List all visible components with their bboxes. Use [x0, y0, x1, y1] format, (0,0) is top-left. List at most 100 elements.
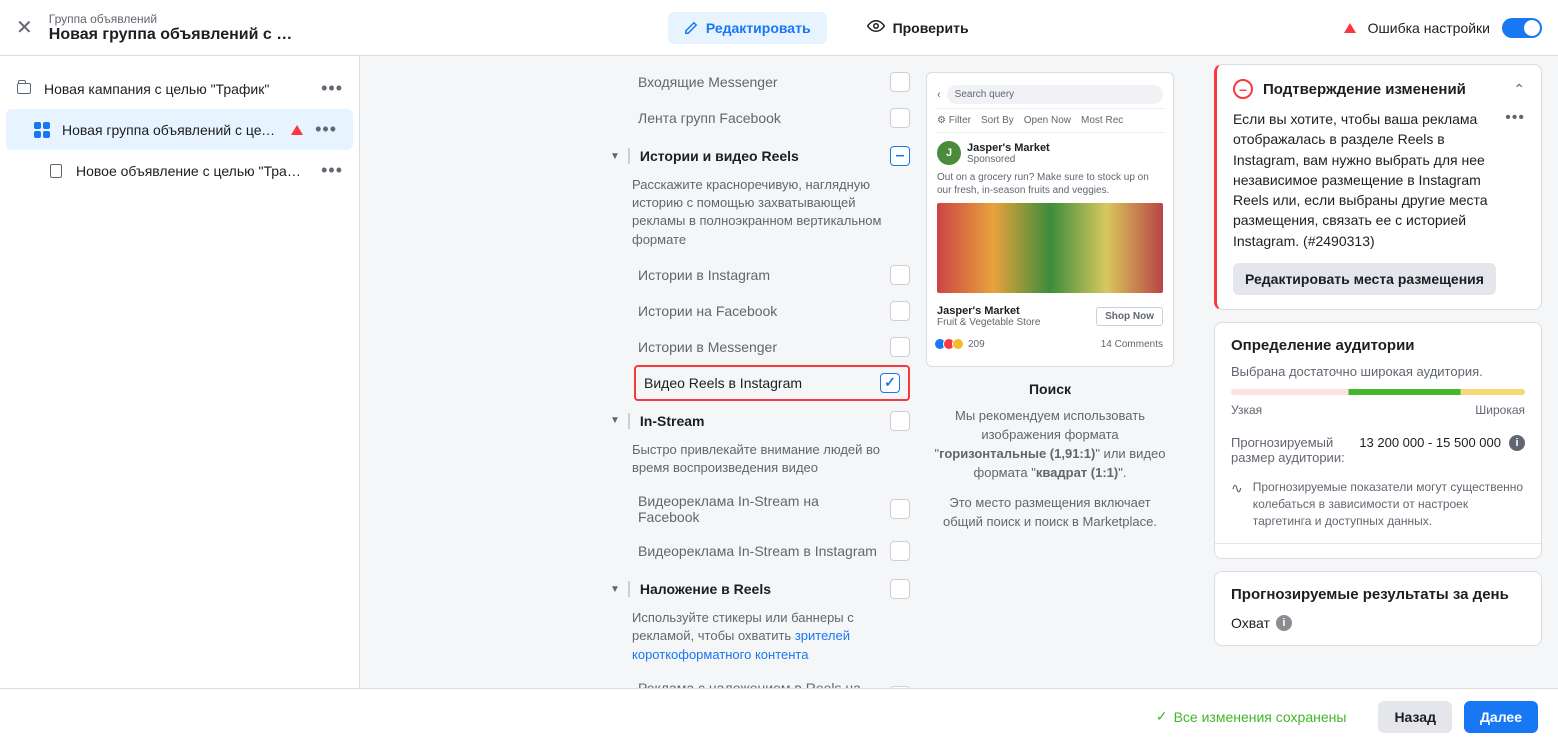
- reach-label: Охват: [1231, 615, 1270, 631]
- next-button[interactable]: Далее: [1464, 701, 1538, 733]
- more-icon[interactable]: •••: [315, 119, 337, 140]
- eye-icon: [867, 17, 885, 38]
- sidebar-adset-label: Новая группа объявлений с цель…: [62, 122, 279, 138]
- phone-preview: ‹ Search query ⚙ Filter Sort By Open Now…: [926, 72, 1174, 367]
- sidebar-item-campaign[interactable]: Новая кампания с целью "Трафик" •••: [0, 68, 359, 109]
- mostrec-chip: Most Rec: [1081, 115, 1123, 126]
- placement-fb-instream[interactable]: Видеореклама In-Stream на Facebook: [610, 485, 910, 533]
- back-chevron-icon: ‹: [937, 89, 941, 101]
- pencil-icon: [684, 21, 698, 35]
- section-stories-desc: Расскажите красноречивую, наглядную исто…: [610, 176, 910, 257]
- preview-search-pill: Search query: [947, 85, 1163, 104]
- placement-fb-stories[interactable]: Истории на Facebook: [610, 293, 910, 329]
- section-reels-overlay[interactable]: ▼ Наложение в Reels: [610, 569, 910, 609]
- edit-button[interactable]: Редактировать: [668, 12, 827, 44]
- audience-size-value: 13 200 000 - 15 500 000: [1359, 435, 1501, 450]
- placements-column: Входящие Messenger Лента групп Facebook …: [360, 56, 1198, 688]
- audience-disclaimer: Прогнозируемые показатели могут существе…: [1253, 479, 1525, 529]
- chevron-down-icon: ▼: [610, 584, 620, 595]
- checkbox[interactable]: [890, 499, 910, 519]
- preview-brand: Jasper's Market: [967, 142, 1050, 154]
- checkbox-indeterminate[interactable]: –: [890, 146, 910, 166]
- sidebar-item-ad[interactable]: Новое объявление с целью "Тра… •••: [0, 150, 359, 191]
- confirm-body: Если вы хотите, чтобы ваша реклама отобр…: [1233, 109, 1497, 251]
- chevron-down-icon: ▼: [610, 415, 620, 426]
- preview-store-cat: Fruit & Vegetable Store: [937, 317, 1040, 328]
- warning-icon: [291, 125, 303, 135]
- top-bar: ✕ Группа объявлений Новая группа объявле…: [0, 0, 1558, 56]
- section-instream-desc: Быстро привлекайте внимание людей во вре…: [610, 441, 910, 485]
- more-icon[interactable]: •••: [321, 78, 343, 99]
- audience-definition-card: Определение аудитории Выбрана достаточно…: [1214, 322, 1542, 559]
- status-toggle[interactable]: [1502, 18, 1542, 38]
- placement-fb-group-feed[interactable]: Лента групп Facebook: [610, 100, 910, 136]
- error-label: Ошибка настройки: [1368, 20, 1490, 36]
- placement-msgr-stories[interactable]: Истории в Messenger: [610, 329, 910, 365]
- folder-icon: [16, 81, 32, 97]
- sidebar-ad-label: Новое объявление с целью "Тра…: [76, 163, 309, 179]
- back-button[interactable]: Назад: [1378, 701, 1452, 733]
- sidebar-item-adset[interactable]: Новая группа объявлений с цель… •••: [6, 109, 353, 150]
- top-right-status: Ошибка настройки: [1344, 18, 1542, 38]
- shop-now-button: Shop Now: [1096, 307, 1163, 326]
- adset-icon: [34, 122, 50, 138]
- preview-image: [937, 203, 1163, 293]
- check-button-label: Проверить: [893, 20, 969, 36]
- placement-ig-instream[interactable]: Видеореклама In-Stream в Instagram: [610, 533, 910, 569]
- checkbox-checked[interactable]: ✓: [880, 373, 900, 393]
- close-icon[interactable]: ✕: [16, 15, 33, 40]
- section-in-stream[interactable]: ▼ In-Stream: [610, 401, 910, 441]
- chevron-up-icon[interactable]: ⌃: [1513, 81, 1525, 98]
- bottom-bar: ✓ Все изменения сохранены Назад Далее: [0, 688, 1558, 744]
- checkbox[interactable]: [890, 108, 910, 128]
- document-icon: [48, 163, 64, 179]
- placement-fb-reels-overlay[interactable]: Реклама с наложением в Reels на Facebook: [610, 672, 910, 688]
- daily-results-card: Прогнозируемые результаты за день Охват …: [1214, 571, 1542, 646]
- placement-ig-stories[interactable]: Истории в Instagram: [610, 257, 910, 293]
- reactions-icon: [937, 338, 964, 350]
- info-icon[interactable]: i: [1509, 435, 1525, 451]
- checkbox[interactable]: [890, 301, 910, 321]
- preview-desc-2: Это место размещения включает общий поис…: [926, 494, 1174, 532]
- checkbox[interactable]: [890, 72, 910, 92]
- trend-icon: ∿: [1231, 479, 1243, 529]
- right-panel: – Подтверждение изменений ⌃ Если вы хоти…: [1198, 56, 1558, 688]
- chevron-down-icon: ▼: [610, 151, 620, 162]
- opennow-chip: Open Now: [1024, 115, 1071, 126]
- saved-indicator: ✓ Все изменения сохранены: [1156, 708, 1347, 725]
- header-title: Новая группа объявлений с …: [49, 26, 309, 44]
- preview-store-name: Jasper's Market: [937, 305, 1040, 317]
- confirm-title: Подтверждение изменений: [1263, 81, 1503, 98]
- audience-wide-label: Широкая: [1475, 403, 1525, 417]
- checkbox[interactable]: [890, 411, 910, 431]
- edit-button-label: Редактировать: [706, 20, 811, 36]
- placement-ig-reels-highlighted: Видео Reels в Instagram ✓: [634, 365, 910, 401]
- checkbox[interactable]: [890, 579, 910, 599]
- placement-messenger-inbox[interactable]: Входящие Messenger: [610, 64, 910, 100]
- campaign-tree-sidebar: Новая кампания с целью "Трафик" ••• Нова…: [0, 56, 360, 688]
- audience-narrow-label: Узкая: [1231, 403, 1262, 417]
- checkbox[interactable]: [890, 541, 910, 561]
- error-circle-icon: –: [1233, 79, 1253, 99]
- placement-ig-reels[interactable]: Видео Reels в Instagram ✓: [644, 373, 900, 393]
- preview-likes: 209: [968, 339, 985, 350]
- daily-title: Прогнозируемые результаты за день: [1231, 586, 1525, 603]
- more-icon[interactable]: •••: [1505, 109, 1525, 127]
- avatar-icon: J: [937, 141, 961, 165]
- audience-size-label: Прогнозируемый размер аудитории:: [1231, 435, 1351, 465]
- info-icon[interactable]: i: [1276, 615, 1292, 631]
- audience-bar: [1231, 389, 1525, 395]
- audience-title: Определение аудитории: [1231, 337, 1525, 354]
- checkbox[interactable]: [890, 337, 910, 357]
- sidebar-campaign-label: Новая кампания с целью "Трафик": [44, 81, 309, 97]
- sortby-chip: Sort By: [981, 115, 1014, 126]
- header-overline: Группа объявлений: [49, 12, 309, 26]
- audience-subtitle: Выбрана достаточно широкая аудитория.: [1231, 364, 1525, 379]
- confirm-changes-card: – Подтверждение изменений ⌃ Если вы хоти…: [1214, 64, 1542, 310]
- check-button[interactable]: Проверить: [851, 9, 985, 46]
- top-center-actions: Редактировать Проверить: [325, 9, 1328, 46]
- more-icon[interactable]: •••: [321, 160, 343, 181]
- edit-placements-button[interactable]: Редактировать места размещения: [1233, 263, 1496, 295]
- section-stories-reels[interactable]: ▼ Истории и видео Reels –: [610, 136, 910, 176]
- checkbox[interactable]: [890, 265, 910, 285]
